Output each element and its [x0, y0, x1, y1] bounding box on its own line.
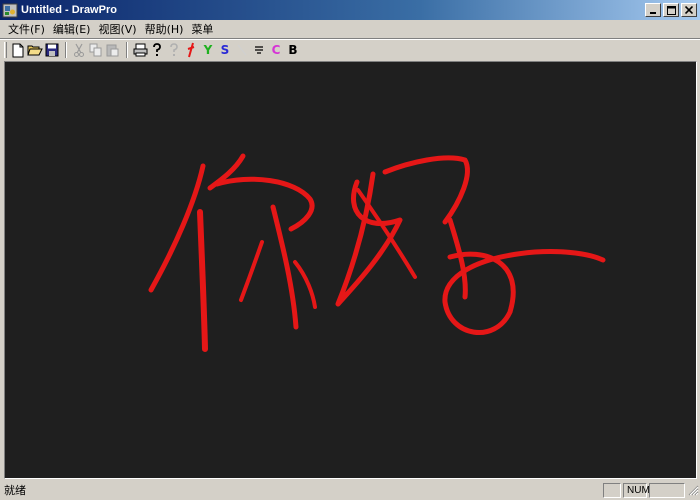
status-text: 就绪 — [4, 484, 26, 497]
close-icon — [685, 6, 693, 14]
minimize-button[interactable] — [645, 3, 661, 17]
red-pen-icon — [187, 42, 195, 58]
red-pen-button[interactable] — [183, 42, 199, 58]
paste-icon — [106, 44, 119, 57]
ink-stroke — [356, 188, 417, 279]
save-button[interactable] — [44, 42, 60, 58]
menu-edit[interactable]: 编辑(E) — [49, 21, 95, 37]
window-title: Untitled - DrawPro — [21, 4, 117, 16]
help-disabled-icon — [170, 43, 178, 56]
paste-button[interactable] — [105, 42, 121, 58]
app-window: Untitled - DrawPro 文件(F) 编辑(E) 视图(V) 帮助(… — [0, 0, 700, 500]
ink-stroke — [148, 163, 206, 293]
align-button[interactable] — [251, 42, 267, 58]
toolbar: Y S C B — [4, 40, 302, 60]
print-button[interactable] — [132, 42, 148, 58]
new-file-button[interactable] — [10, 42, 26, 58]
status-pane-num: NUM — [623, 482, 650, 498]
tool-y-label: Y — [203, 43, 213, 57]
line-button[interactable] — [234, 42, 250, 58]
tool-y[interactable]: Y — [200, 42, 216, 58]
line-icon — [237, 44, 247, 56]
tool-c-label: C — [271, 43, 281, 57]
ink-stroke — [239, 240, 264, 302]
app-icon[interactable] — [2, 2, 18, 18]
ink-stroke — [293, 260, 317, 309]
menu-help[interactable]: 帮助(H) — [141, 21, 188, 37]
open-folder-icon — [27, 45, 43, 56]
minimize-icon — [650, 12, 656, 14]
drawing-canvas[interactable] — [4, 61, 697, 479]
handwriting-ink — [148, 153, 606, 352]
save-icon — [45, 43, 59, 57]
maximize-icon — [666, 5, 676, 15]
cut-icon — [74, 43, 84, 57]
tool-b-label: B — [288, 43, 298, 57]
toolbar-grip[interactable] — [4, 42, 7, 58]
tool-s-label: S — [220, 43, 230, 57]
maximize-button[interactable] — [663, 3, 679, 17]
cut-button[interactable] — [71, 42, 87, 58]
status-pane-scroll — [649, 482, 685, 498]
open-button[interactable] — [27, 42, 43, 58]
help-button[interactable] — [149, 42, 165, 58]
ink-stroke — [197, 209, 208, 352]
print-icon — [133, 43, 147, 57]
toolbar-separator — [126, 42, 128, 58]
menu-view[interactable]: 视图(V) — [94, 21, 140, 37]
help-icon — [153, 43, 161, 56]
tool-b[interactable]: B — [285, 42, 301, 58]
menu-bar: 文件(F) 编辑(E) 视图(V) 帮助(H) 菜单 — [0, 20, 700, 38]
align-icon — [255, 46, 263, 54]
close-button[interactable] — [681, 3, 697, 17]
new-file-icon — [12, 43, 24, 57]
tool-s[interactable]: S — [217, 42, 233, 58]
ink-stroke — [214, 176, 315, 232]
window-controls — [643, 3, 697, 17]
copy-icon — [89, 43, 102, 57]
ink-stroke — [442, 249, 606, 335]
ink-stroke — [382, 155, 470, 225]
ink-stroke — [270, 204, 299, 330]
status-bar: 就绪 NUM — [0, 480, 700, 500]
resize-grip-icon[interactable] — [687, 484, 699, 496]
copy-button[interactable] — [88, 42, 104, 58]
menu-file[interactable]: 文件(F) — [4, 21, 49, 37]
status-pane-caps — [603, 482, 621, 498]
title-bar[interactable]: Untitled - DrawPro — [0, 0, 700, 20]
help-context-button[interactable] — [166, 42, 182, 58]
menu-caidan[interactable]: 菜单 — [187, 21, 217, 37]
toolbar-separator — [65, 42, 67, 58]
tool-c[interactable]: C — [268, 42, 284, 58]
